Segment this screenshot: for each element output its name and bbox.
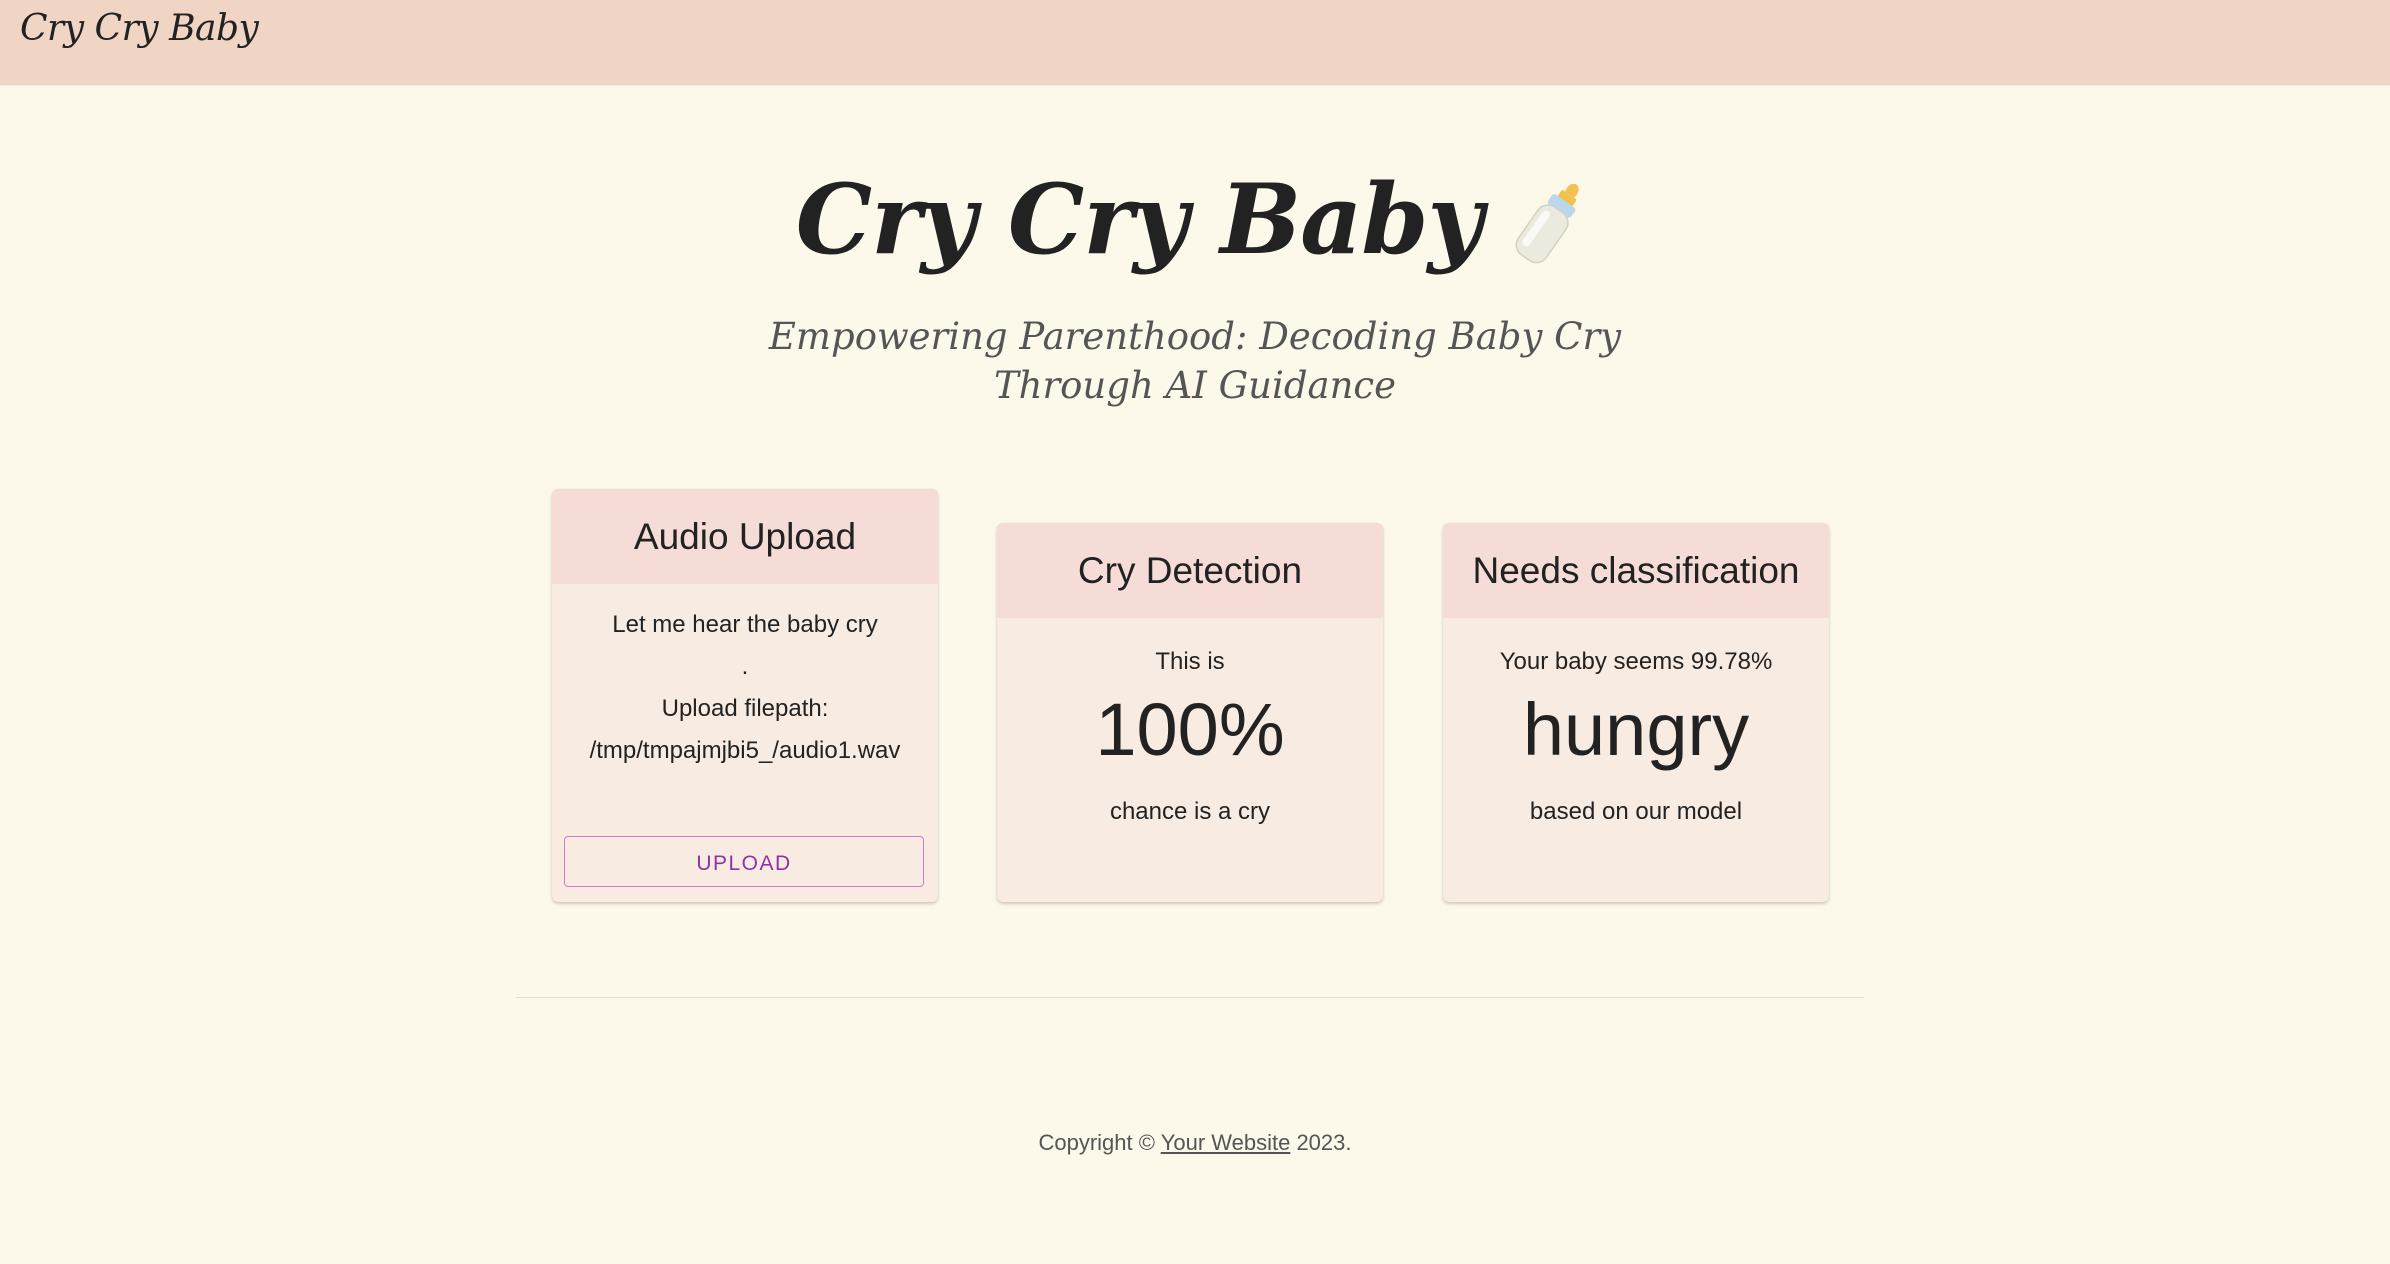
footer-divider	[516, 997, 1864, 998]
page-subtitle: Empowering Parenthood: Decoding Baby Cry…	[768, 315, 1622, 407]
needs-class-value: hungry	[1522, 688, 1750, 771]
cry-detection-card-body: This is 100% chance is a cry	[997, 646, 1383, 828]
page-title: Cry Cry Baby	[795, 163, 1484, 276]
footer-year: 2023.	[1290, 1130, 1352, 1155]
audio-upload-card-body: Let me hear the baby cry . Upload filepa…	[552, 584, 938, 772]
needs-confidence-text: Your baby seems 99.78%	[1499, 648, 1773, 675]
upload-filepath-label: Upload filepath:	[661, 695, 829, 722]
upload-button[interactable]: UPLOAD	[564, 836, 924, 887]
audio-upload-card: Audio Upload Let me hear the baby cry . …	[552, 489, 938, 902]
needs-classification-card-body: Your baby seems 99.78% hungry based on o…	[1443, 646, 1829, 828]
cry-detection-post-text: chance is a cry	[1109, 798, 1271, 825]
cry-detection-pre-text: This is	[1155, 648, 1225, 675]
upload-filepath-value: /tmp/tmpajmjbi5_/audio1.wav	[589, 737, 901, 764]
upload-separator-dot: .	[741, 653, 749, 680]
page-title-row: Cry Cry Baby	[796, 150, 1595, 290]
needs-classification-card-title: Needs classification	[1443, 523, 1829, 618]
hero-section: Cry Cry Baby Empowering Parenthood: Deco…	[0, 150, 2390, 410]
cry-probability-value: 100%	[1095, 688, 1285, 771]
needs-classification-card: Needs classification Your baby seems 99.…	[1443, 523, 1829, 902]
upload-prompt-text: Let me hear the baby cry	[612, 611, 878, 638]
needs-post-text: based on our model	[1529, 798, 1743, 825]
audio-upload-card-title: Audio Upload	[552, 489, 938, 584]
navbar-brand[interactable]: Cry Cry Baby	[20, 8, 259, 49]
footer-copyright-prefix: Copyright ©	[1038, 1130, 1161, 1155]
footer-website-link[interactable]: Your Website	[1161, 1130, 1291, 1155]
cry-detection-card-title: Cry Detection	[997, 523, 1383, 618]
cry-detection-card: Cry Detection This is 100% chance is a c…	[997, 523, 1383, 902]
top-navbar: Cry Cry Baby	[0, 0, 2390, 85]
footer: Copyright © Your Website 2023.	[0, 1130, 2390, 1156]
baby-bottle-icon	[1515, 183, 1579, 264]
